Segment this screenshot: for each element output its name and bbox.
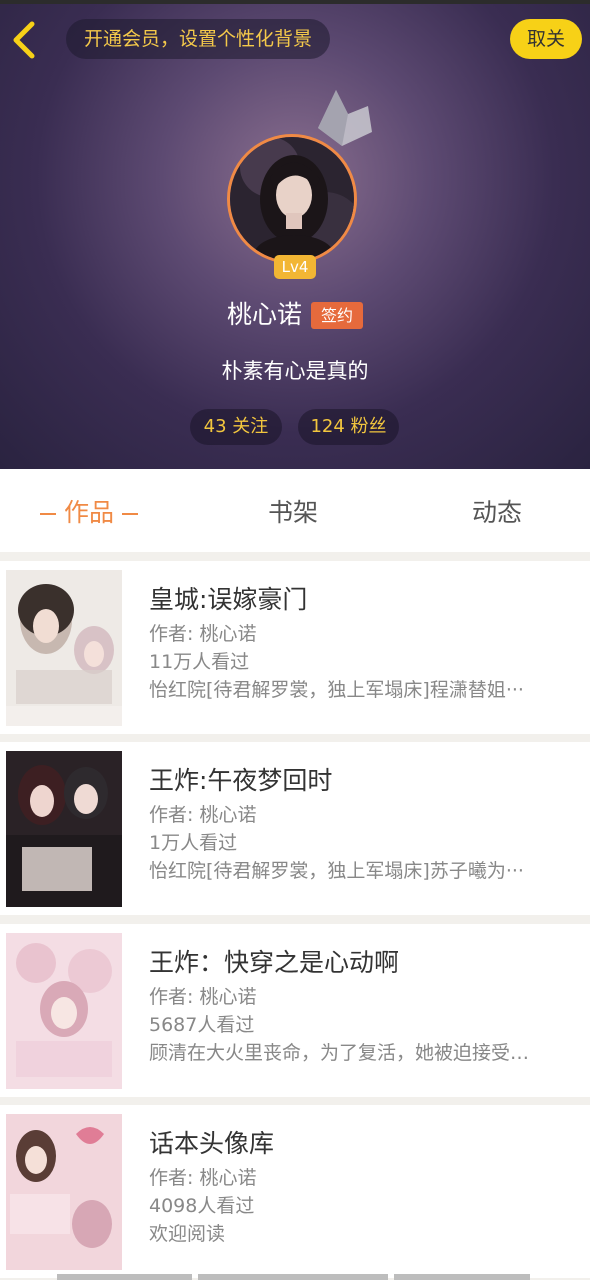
book-item[interactable]: 王炸:午夜梦回时 作者: 桃心诺 1万人看过 怡红院[待君解罗裳，独上军塌床]苏… [0,742,590,915]
status-strip [0,0,590,4]
book-cover [6,570,122,726]
followers-count[interactable]: 124 粉丝 [298,409,399,445]
book-cover [6,751,122,907]
book-item[interactable]: 皇城:误嫁豪门 作者: 桃心诺 11万人看过 怡红院[待君解罗裳，独上军塌床]程… [0,561,590,734]
bottom-tab-indicator [57,1274,192,1280]
tab-activity[interactable]: 动态 [472,469,522,552]
book-views: 4098人看过 [149,1195,255,1217]
profile-header: 开通会员，设置个性化背景 取关 Lv4 桃心诺 签约 朴素有心是真的 43 关注… [0,0,590,469]
following-count[interactable]: 43 关注 [190,409,282,445]
profile-tabs: 作品 书架 动态 [0,469,590,552]
book-description: 顾清在大火里丧命，为了复活，她被迫接受… [149,1042,530,1064]
bottom-tab-indicator [198,1274,388,1280]
book-title: 话本头像库 [149,1129,275,1158]
tab-bookshelf[interactable]: 书架 [268,469,318,552]
book-author: 作者: 桃心诺 [149,1167,257,1189]
avatar[interactable] [227,134,357,264]
book-description: 怡红院[待君解罗裳，独上军塌床]苏子曦为··· [149,860,524,882]
book-cover [6,1114,122,1270]
book-title: 王炸:午夜梦回时 [149,766,333,795]
book-title: 王炸：快穿之是心动啊 [149,948,400,977]
chevron-left-icon [13,21,35,59]
book-item[interactable]: 王炸：快穿之是心动啊 作者: 桃心诺 5687人看过 顾清在大火里丧命，为了复活… [0,924,590,1097]
username: 桃心诺 [227,300,303,329]
tab-indicator-left [40,513,56,515]
user-bio: 朴素有心是真的 [221,359,369,383]
book-description: 怡红院[待君解罗裳，独上军塌床]程潇替姐··· [149,679,524,701]
vip-background-banner[interactable]: 开通会员，设置个性化背景 [66,19,331,59]
book-views: 11万人看过 [149,651,250,673]
book-cover [6,933,122,1089]
avatar-photo [230,137,354,261]
book-author: 作者: 桃心诺 [149,804,257,826]
back-button[interactable] [6,16,46,64]
bottom-tab-indicator [394,1274,530,1280]
tab-works[interactable]: 作品 [40,469,146,552]
signed-author-badge: 签约 [311,302,363,329]
book-author: 作者: 桃心诺 [149,986,257,1008]
book-views: 5687人看过 [149,1014,255,1036]
book-item[interactable]: 话本头像库 作者: 桃心诺 4098人看过 欢迎阅读 [0,1105,590,1278]
tab-indicator-right [122,513,139,515]
tab-works-label: 作品 [64,498,115,527]
book-title: 皇城:误嫁豪门 [149,585,308,614]
level-badge: Lv4 [274,255,316,279]
book-views: 1万人看过 [149,832,238,854]
book-description: 欢迎阅读 [149,1223,226,1245]
book-author: 作者: 桃心诺 [149,623,257,645]
unfollow-button[interactable]: 取关 [510,19,582,59]
